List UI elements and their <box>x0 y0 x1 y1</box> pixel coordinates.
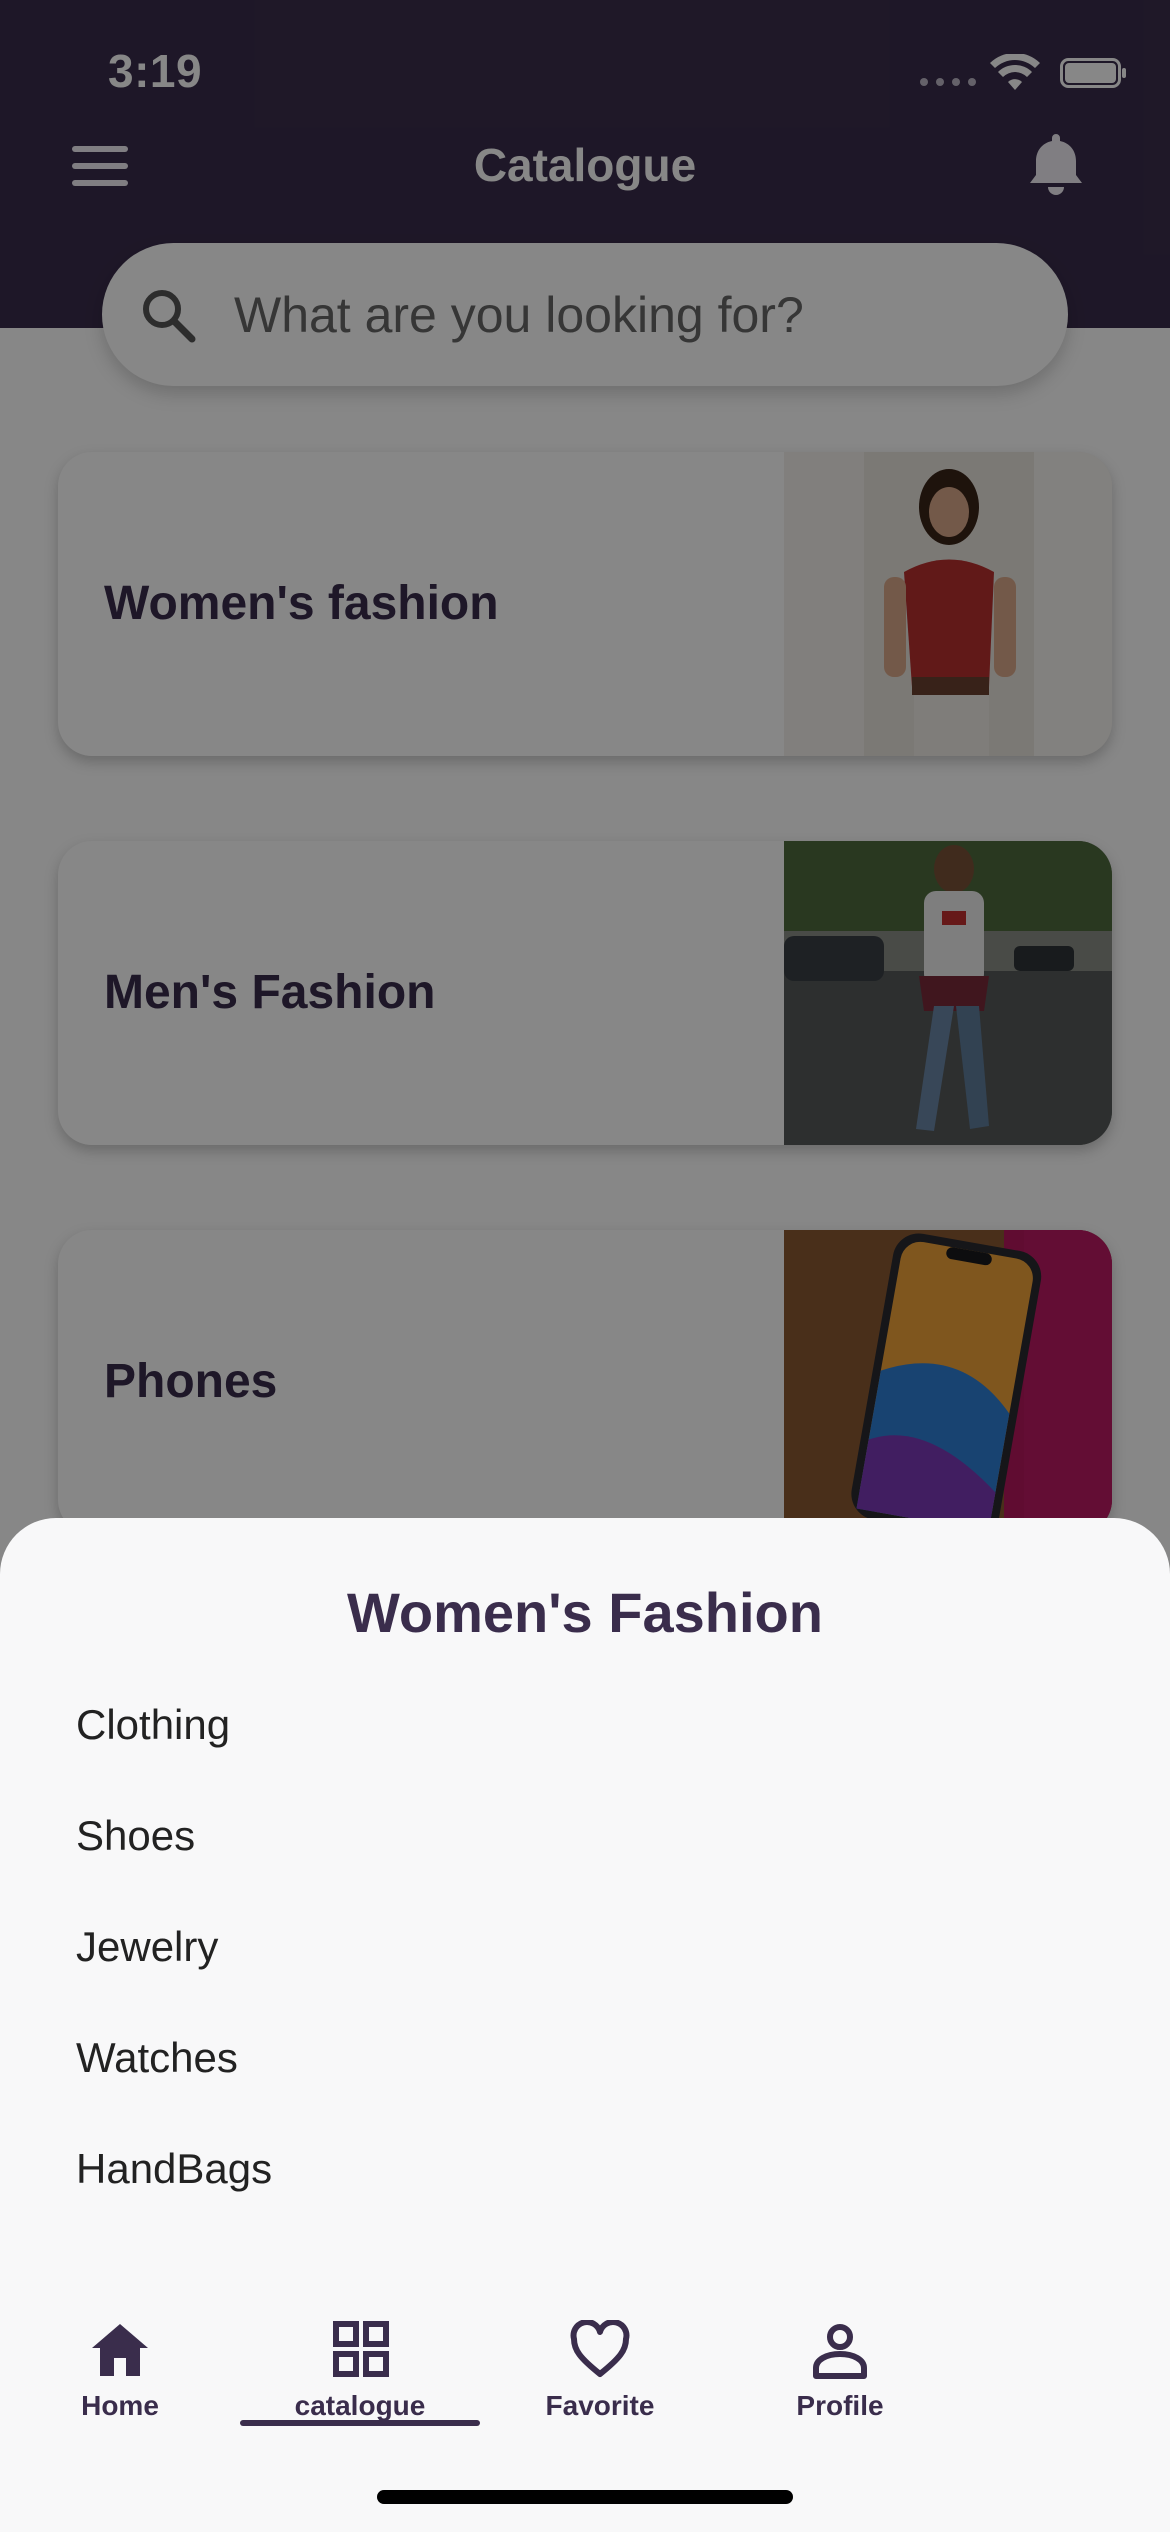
subcategory-item-clothing[interactable]: Clothing <box>76 1680 1076 1770</box>
subcategory-item-shoes[interactable]: Shoes <box>76 1791 1076 1881</box>
heart-icon <box>570 2320 630 2377</box>
nav-tab-profile[interactable]: Profile <box>720 2320 960 2440</box>
active-tab-indicator <box>240 2420 480 2426</box>
nav-tab-home[interactable]: Home <box>0 2320 240 2440</box>
bottom-navigation: Home catalogue Favorite Profile <box>0 2300 1170 2440</box>
nav-label: Profile <box>796 2390 884 2421</box>
nav-label: Home <box>81 2390 159 2421</box>
subcategory-item-jewelry[interactable]: Jewelry <box>76 1902 1076 1992</box>
nav-label: Favorite <box>545 2390 655 2421</box>
grid-icon <box>333 2321 389 2377</box>
app-screen: 3:19 Catalogue Women's fashion Men's Fas… <box>0 0 1170 2532</box>
subcategory-item-watches[interactable]: Watches <box>76 2013 1076 2103</box>
sheet-title: Women's Fashion <box>347 1581 823 1644</box>
home-icon <box>92 2324 148 2376</box>
nav-tab-favorite[interactable]: Favorite <box>480 2320 720 2440</box>
subcategory-item-handbags[interactable]: HandBags <box>76 2124 1076 2214</box>
home-indicator[interactable] <box>377 2490 793 2504</box>
person-icon <box>813 2324 867 2379</box>
nav-label: catalogue <box>294 2390 426 2421</box>
